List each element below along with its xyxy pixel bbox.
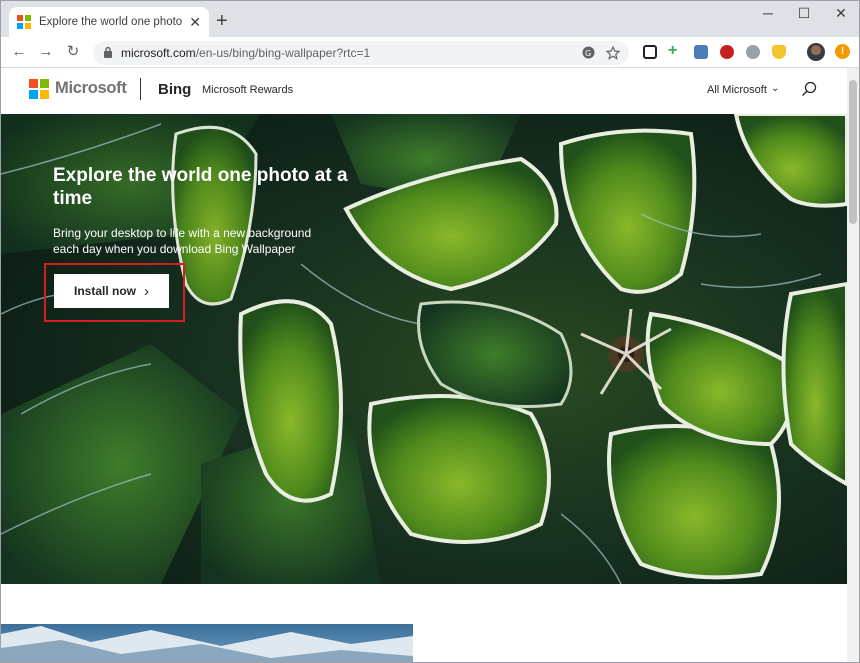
tab-strip: Explore the world one photo at a ✕ + ─ ☐…	[1, 1, 859, 37]
install-now-button[interactable]: Install now ›	[54, 274, 169, 308]
chevron-down-icon: ⌄	[771, 83, 780, 94]
maximize-button[interactable]: ☐	[789, 5, 819, 22]
forward-button[interactable]: →	[36, 43, 56, 61]
hero-title: Explore the world one photo at a time	[53, 165, 348, 209]
microsoft-favicon-icon	[17, 15, 31, 29]
plus-extension-icon[interactable]: +	[668, 43, 682, 59]
new-tab-button[interactable]: +	[216, 11, 228, 31]
page-scrollbar[interactable]	[847, 68, 859, 662]
hero-subtitle: Bring your desktop to life with a new ba…	[53, 226, 312, 256]
update-badge[interactable]: !	[835, 44, 850, 59]
header-divider	[140, 78, 141, 100]
page-content: Microsoft Bing Microsoft Rewards All Mic…	[1, 68, 847, 662]
back-button[interactable]: ←	[9, 43, 29, 61]
snowy-mountain-image	[1, 624, 413, 662]
scrollbar-thumb[interactable]	[849, 80, 857, 224]
search-icon[interactable]	[801, 81, 817, 97]
site-header: Microsoft Bing Microsoft Rewards All Mic…	[1, 68, 847, 113]
bing-product-link[interactable]: Bing	[158, 81, 191, 98]
microsoft-brand-text[interactable]: Microsoft	[55, 79, 127, 98]
hero-banner: Explore the world one photo at a time Br…	[1, 114, 847, 584]
reload-button[interactable]: ↻	[63, 43, 83, 61]
tab-title: Explore the world one photo at a	[39, 16, 183, 28]
all-microsoft-menu[interactable]: All Microsoft	[707, 84, 767, 96]
minimize-button[interactable]: ─	[753, 5, 783, 21]
profile-avatar[interactable]	[807, 43, 825, 61]
browser-toolbar: ← → ↻ microsoft.com/en-us/bing/bing-wall…	[1, 37, 859, 68]
chevron-right-icon: ›	[144, 282, 149, 300]
tab-close-icon[interactable]: ✕	[189, 14, 201, 31]
red-circle-extension-icon[interactable]	[720, 45, 734, 59]
star-icon[interactable]	[606, 46, 620, 60]
close-window-button[interactable]: ✕	[826, 5, 856, 22]
microsoft-rewards-link[interactable]: Microsoft Rewards	[202, 84, 293, 96]
shield-extension-icon[interactable]	[772, 45, 786, 59]
browser-tab-active[interactable]: Explore the world one photo at a ✕	[9, 7, 209, 37]
gear-extension-icon[interactable]	[746, 45, 760, 59]
browser-window: Explore the world one photo at a ✕ + ─ ☐…	[0, 0, 860, 663]
svg-text:G: G	[585, 49, 591, 58]
install-now-label: Install now	[73, 284, 136, 298]
picture-in-picture-extension-icon[interactable]	[643, 45, 657, 59]
translate-icon[interactable]: G	[582, 46, 595, 59]
microsoft-logo-icon[interactable]	[29, 79, 49, 99]
lock-icon[interactable]	[103, 46, 113, 58]
s-extension-icon[interactable]	[694, 45, 708, 59]
content-below-hero	[1, 584, 847, 662]
url-text[interactable]: microsoft.com/en-us/bing/bing-wallpaper?…	[121, 46, 370, 60]
address-bar[interactable]: microsoft.com/en-us/bing/bing-wallpaper?…	[93, 41, 629, 65]
